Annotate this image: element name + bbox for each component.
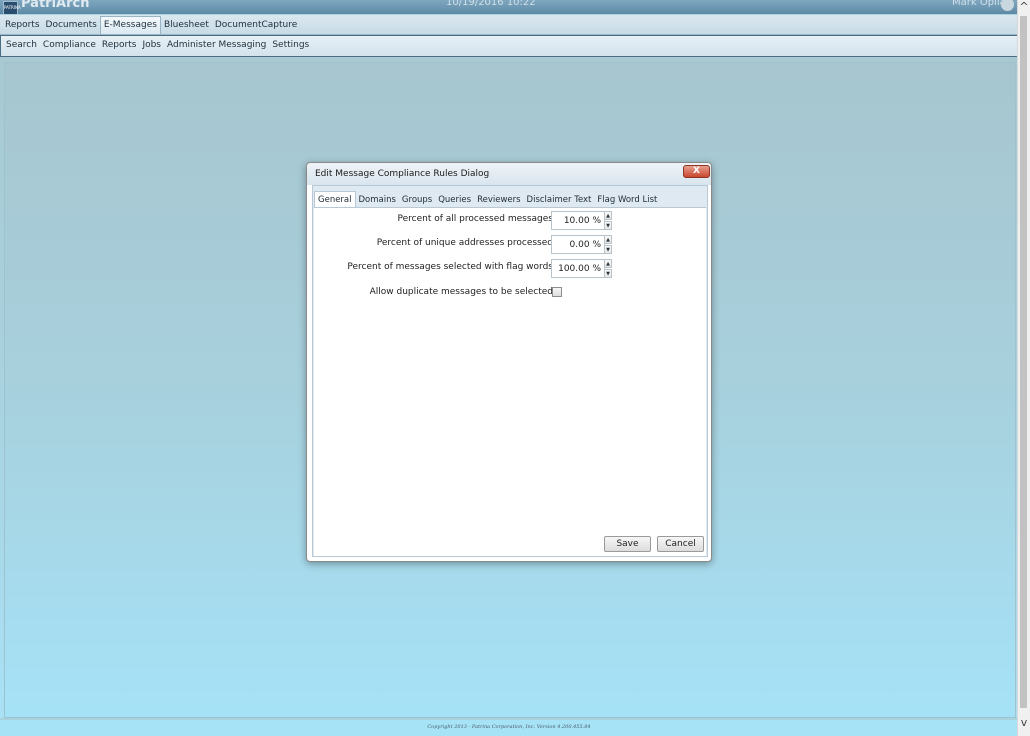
- tab-reviewers[interactable]: Reviewers: [474, 192, 523, 208]
- spin-down-icon[interactable]: ▼: [604, 221, 612, 230]
- spin-down-icon[interactable]: ▼: [604, 245, 612, 254]
- spin-up-icon[interactable]: ▲: [604, 259, 612, 268]
- main-menu-e-messages[interactable]: E-Messages: [99, 16, 161, 34]
- vertical-scrollbar[interactable]: ^ v: [1017, 0, 1030, 736]
- dialog-body: General Domains Groups Queries Reviewers Disc…: [312, 185, 708, 557]
- sub-menu-search[interactable]: Search: [3, 37, 40, 54]
- app-title-bar: PATRINA PatriArch 10/19/2016 10:22 Mark …: [0, 0, 1018, 14]
- allow-duplicates-label: Allow duplicate messages to be selected: [369, 287, 553, 297]
- field-row-unique-addresses: Percent of unique addresses processed 0.…: [314, 235, 706, 255]
- app-logo-icon: PATRINA: [3, 1, 21, 14]
- dialog-title: Edit Message Compliance Rules Dialog: [315, 169, 490, 179]
- main-menu-bluesheet[interactable]: Bluesheet: [161, 17, 212, 34]
- scroll-up-icon[interactable]: ^: [1018, 0, 1030, 14]
- sub-menu-administer-messaging[interactable]: Administer Messaging: [164, 37, 269, 54]
- main-menu-documents[interactable]: Documents: [43, 17, 100, 34]
- general-tab-panel: Percent of all processed messages 10.00 …: [314, 207, 706, 531]
- field-row-processed-messages: Percent of all processed messages 10.00 …: [314, 211, 706, 231]
- allow-duplicates-checkbox[interactable]: [552, 287, 562, 297]
- spin-down-icon[interactable]: ▼: [604, 269, 612, 278]
- sub-menu-compliance[interactable]: Compliance: [40, 37, 99, 54]
- sub-menu-reports[interactable]: Reports: [99, 37, 140, 54]
- main-menu-reports[interactable]: Reports: [2, 17, 43, 34]
- edit-compliance-rules-dialog: Edit Message Compliance Rules Dialog X G…: [306, 162, 712, 562]
- main-menu-bar: Reports Documents E-Messages Bluesheet Docum…: [0, 15, 1018, 35]
- tab-flag-word-list[interactable]: Flag Word List: [594, 192, 660, 208]
- processed-messages-input[interactable]: 10.00 %: [551, 211, 605, 230]
- processed-messages-stepper: ▲ ▼: [604, 211, 612, 231]
- scroll-down-icon[interactable]: v: [1018, 716, 1030, 730]
- close-icon[interactable]: X: [683, 165, 710, 178]
- scroll-thumb[interactable]: [1020, 16, 1027, 708]
- current-datetime: 10/19/2016 10:22: [446, 0, 536, 8]
- save-button[interactable]: Save: [604, 536, 651, 552]
- unique-addresses-stepper: ▲ ▼: [604, 235, 612, 255]
- main-menu-documentcapture[interactable]: DocumentCapture: [212, 17, 300, 34]
- user-name[interactable]: Mark Opila: [952, 0, 1006, 8]
- dialog-button-bar: Save Cancel: [314, 531, 706, 556]
- app-name: PatriArch: [21, 0, 90, 11]
- field-row-allow-duplicates: Allow duplicate messages to be selected: [314, 284, 706, 304]
- field-row-flag-words: Percent of messages selected with flag w…: [314, 259, 706, 279]
- tab-disclaimer-text[interactable]: Disclaimer Text: [524, 192, 595, 208]
- cancel-button[interactable]: Cancel: [657, 536, 704, 552]
- user-avatar-icon[interactable]: [1001, 0, 1014, 11]
- sub-menu-jobs[interactable]: Jobs: [139, 37, 164, 54]
- sub-menu-bar: Search Compliance Reports Jobs Administer Me…: [0, 35, 1018, 57]
- copyright-footer: Copyright 2013 - Patrina Corporation, In…: [0, 720, 1018, 736]
- flag-words-stepper: ▲ ▼: [604, 259, 612, 279]
- spin-up-icon[interactable]: ▲: [604, 211, 612, 220]
- dialog-title-bar[interactable]: Edit Message Compliance Rules Dialog X: [307, 163, 711, 185]
- flag-words-input[interactable]: 100.00 %: [551, 259, 605, 278]
- unique-addresses-label: Percent of unique addresses processed: [376, 238, 553, 248]
- dialog-tabs: General Domains Groups Queries Reviewers Disc…: [314, 191, 706, 208]
- spin-up-icon[interactable]: ▲: [604, 235, 612, 244]
- tab-general[interactable]: General: [314, 191, 356, 208]
- tab-queries[interactable]: Queries: [435, 192, 474, 208]
- unique-addresses-input[interactable]: 0.00 %: [551, 235, 605, 254]
- sub-menu-settings[interactable]: Settings: [269, 37, 312, 54]
- tab-domains[interactable]: Domains: [356, 192, 399, 208]
- flag-words-label: Percent of messages selected with flag w…: [347, 262, 553, 272]
- tab-groups[interactable]: Groups: [399, 192, 435, 208]
- processed-messages-label: Percent of all processed messages: [397, 214, 553, 224]
